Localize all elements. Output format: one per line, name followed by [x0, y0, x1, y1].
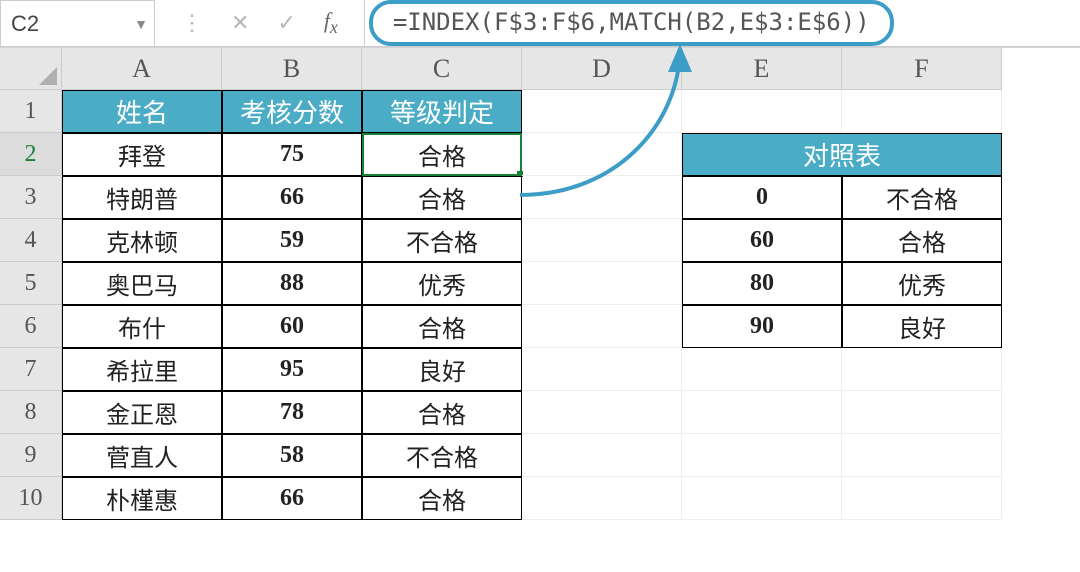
row-header-9[interactable]: 9 — [0, 434, 62, 477]
cell-D9[interactable] — [522, 434, 682, 477]
col-header-A[interactable]: A — [62, 48, 222, 90]
cell-C2[interactable]: 合格 — [362, 133, 522, 176]
fx-icon[interactable]: f — [324, 8, 338, 38]
row-header-10[interactable]: 10 — [0, 477, 62, 520]
cell-C6[interactable]: 合格 — [362, 305, 522, 348]
cell-D10[interactable] — [522, 477, 682, 520]
cell-D1[interactable] — [522, 90, 682, 133]
header-grade[interactable]: 等级判定 — [362, 90, 522, 133]
row-3: 3 特朗普 66 合格 0 不合格 — [0, 176, 1080, 219]
cell-A4[interactable]: 克林顿 — [62, 219, 222, 262]
col-header-B[interactable]: B — [222, 48, 362, 90]
cell-F6[interactable]: 良好 — [842, 305, 1002, 348]
cell-E5[interactable]: 80 — [682, 262, 842, 305]
cell-D8[interactable] — [522, 391, 682, 434]
cell-E9[interactable] — [682, 434, 842, 477]
lookup-title[interactable]: 对照表 — [682, 133, 1002, 176]
cell-B9[interactable]: 58 — [222, 434, 362, 477]
header-score[interactable]: 考核分数 — [222, 90, 362, 133]
header-name[interactable]: 姓名 — [62, 90, 222, 133]
row-5: 5 奥巴马 88 优秀 80 优秀 — [0, 262, 1080, 305]
cell-C9[interactable]: 不合格 — [362, 434, 522, 477]
cell-A6[interactable]: 布什 — [62, 305, 222, 348]
cell-B7[interactable]: 95 — [222, 348, 362, 391]
cell-B4[interactable]: 59 — [222, 219, 362, 262]
cell-F4[interactable]: 合格 — [842, 219, 1002, 262]
cell-F1[interactable] — [842, 90, 1002, 133]
cell-E1[interactable] — [682, 90, 842, 133]
cell-E3[interactable]: 0 — [682, 176, 842, 219]
cell-F7[interactable] — [842, 348, 1002, 391]
row-header-2[interactable]: 2 — [0, 133, 62, 176]
select-all-corner[interactable] — [0, 48, 62, 90]
row-2: 2 拜登 75 合格 对照表 — [0, 133, 1080, 176]
dropdown-icon[interactable]: ▼ — [134, 16, 148, 32]
col-header-D[interactable]: D — [522, 48, 682, 90]
formula-bar: C2 ▼ ⋮ ✕ ✓ f =INDEX(F$3:F$6,MATCH(B2,E$3… — [0, 0, 1080, 48]
cell-E6[interactable]: 90 — [682, 305, 842, 348]
cell-D6[interactable] — [522, 305, 682, 348]
row-6: 6 布什 60 合格 90 良好 — [0, 305, 1080, 348]
formula-content[interactable]: =INDEX(F$3:F$6,MATCH(B2,E$3:E$6)) — [365, 0, 1080, 47]
cell-B8[interactable]: 78 — [222, 391, 362, 434]
name-box-value: C2 — [11, 11, 39, 37]
cell-B2[interactable]: 75 — [222, 133, 362, 176]
formula-bar-icons: ⋮ ✕ ✓ f — [155, 0, 365, 47]
row-10: 10 朴槿惠 66 合格 — [0, 477, 1080, 520]
cell-E7[interactable] — [682, 348, 842, 391]
row-header-8[interactable]: 8 — [0, 391, 62, 434]
name-box[interactable]: C2 ▼ — [0, 0, 155, 47]
row-1: 1 姓名 考核分数 等级判定 — [0, 90, 1080, 133]
row-header-3[interactable]: 3 — [0, 176, 62, 219]
cell-F9[interactable] — [842, 434, 1002, 477]
cell-E4[interactable]: 60 — [682, 219, 842, 262]
cell-D7[interactable] — [522, 348, 682, 391]
col-header-C[interactable]: C — [362, 48, 522, 90]
cell-D3[interactable] — [522, 176, 682, 219]
cell-C5[interactable]: 优秀 — [362, 262, 522, 305]
row-header-1[interactable]: 1 — [0, 90, 62, 133]
cell-A9[interactable]: 菅直人 — [62, 434, 222, 477]
confirm-icon[interactable]: ✓ — [277, 10, 295, 36]
cancel-icon[interactable]: ✕ — [231, 10, 249, 36]
cell-C7[interactable]: 良好 — [362, 348, 522, 391]
row-9: 9 菅直人 58 不合格 — [0, 434, 1080, 477]
row-7: 7 希拉里 95 良好 — [0, 348, 1080, 391]
row-8: 8 金正恩 78 合格 — [0, 391, 1080, 434]
cell-A2[interactable]: 拜登 — [62, 133, 222, 176]
cell-C8[interactable]: 合格 — [362, 391, 522, 434]
cell-C10[interactable]: 合格 — [362, 477, 522, 520]
row-header-5[interactable]: 5 — [0, 262, 62, 305]
cell-A3[interactable]: 特朗普 — [62, 176, 222, 219]
cell-B3[interactable]: 66 — [222, 176, 362, 219]
cell-D2[interactable] — [522, 133, 682, 176]
cell-D5[interactable] — [522, 262, 682, 305]
col-header-F[interactable]: F — [842, 48, 1002, 90]
row-header-7[interactable]: 7 — [0, 348, 62, 391]
cell-E8[interactable] — [682, 391, 842, 434]
cell-E10[interactable] — [682, 477, 842, 520]
col-header-E[interactable]: E — [682, 48, 842, 90]
cell-A10[interactable]: 朴槿惠 — [62, 477, 222, 520]
cell-C4[interactable]: 不合格 — [362, 219, 522, 262]
row-header-6[interactable]: 6 — [0, 305, 62, 348]
row-header-4[interactable]: 4 — [0, 219, 62, 262]
cell-C3[interactable]: 合格 — [362, 176, 522, 219]
cell-F5[interactable]: 优秀 — [842, 262, 1002, 305]
column-headers-row: A B C D E F — [0, 48, 1080, 90]
row-4: 4 克林顿 59 不合格 60 合格 — [0, 219, 1080, 262]
expand-icon: ⋮ — [181, 10, 203, 36]
cell-A8[interactable]: 金正恩 — [62, 391, 222, 434]
cell-F3[interactable]: 不合格 — [842, 176, 1002, 219]
cell-F8[interactable] — [842, 391, 1002, 434]
cell-A7[interactable]: 希拉里 — [62, 348, 222, 391]
formula-text: =INDEX(F$3:F$6,MATCH(B2,E$3:E$6)) — [369, 0, 894, 46]
cell-B10[interactable]: 66 — [222, 477, 362, 520]
cell-B5[interactable]: 88 — [222, 262, 362, 305]
cell-D4[interactable] — [522, 219, 682, 262]
cell-B6[interactable]: 60 — [222, 305, 362, 348]
cell-A5[interactable]: 奥巴马 — [62, 262, 222, 305]
cell-F10[interactable] — [842, 477, 1002, 520]
